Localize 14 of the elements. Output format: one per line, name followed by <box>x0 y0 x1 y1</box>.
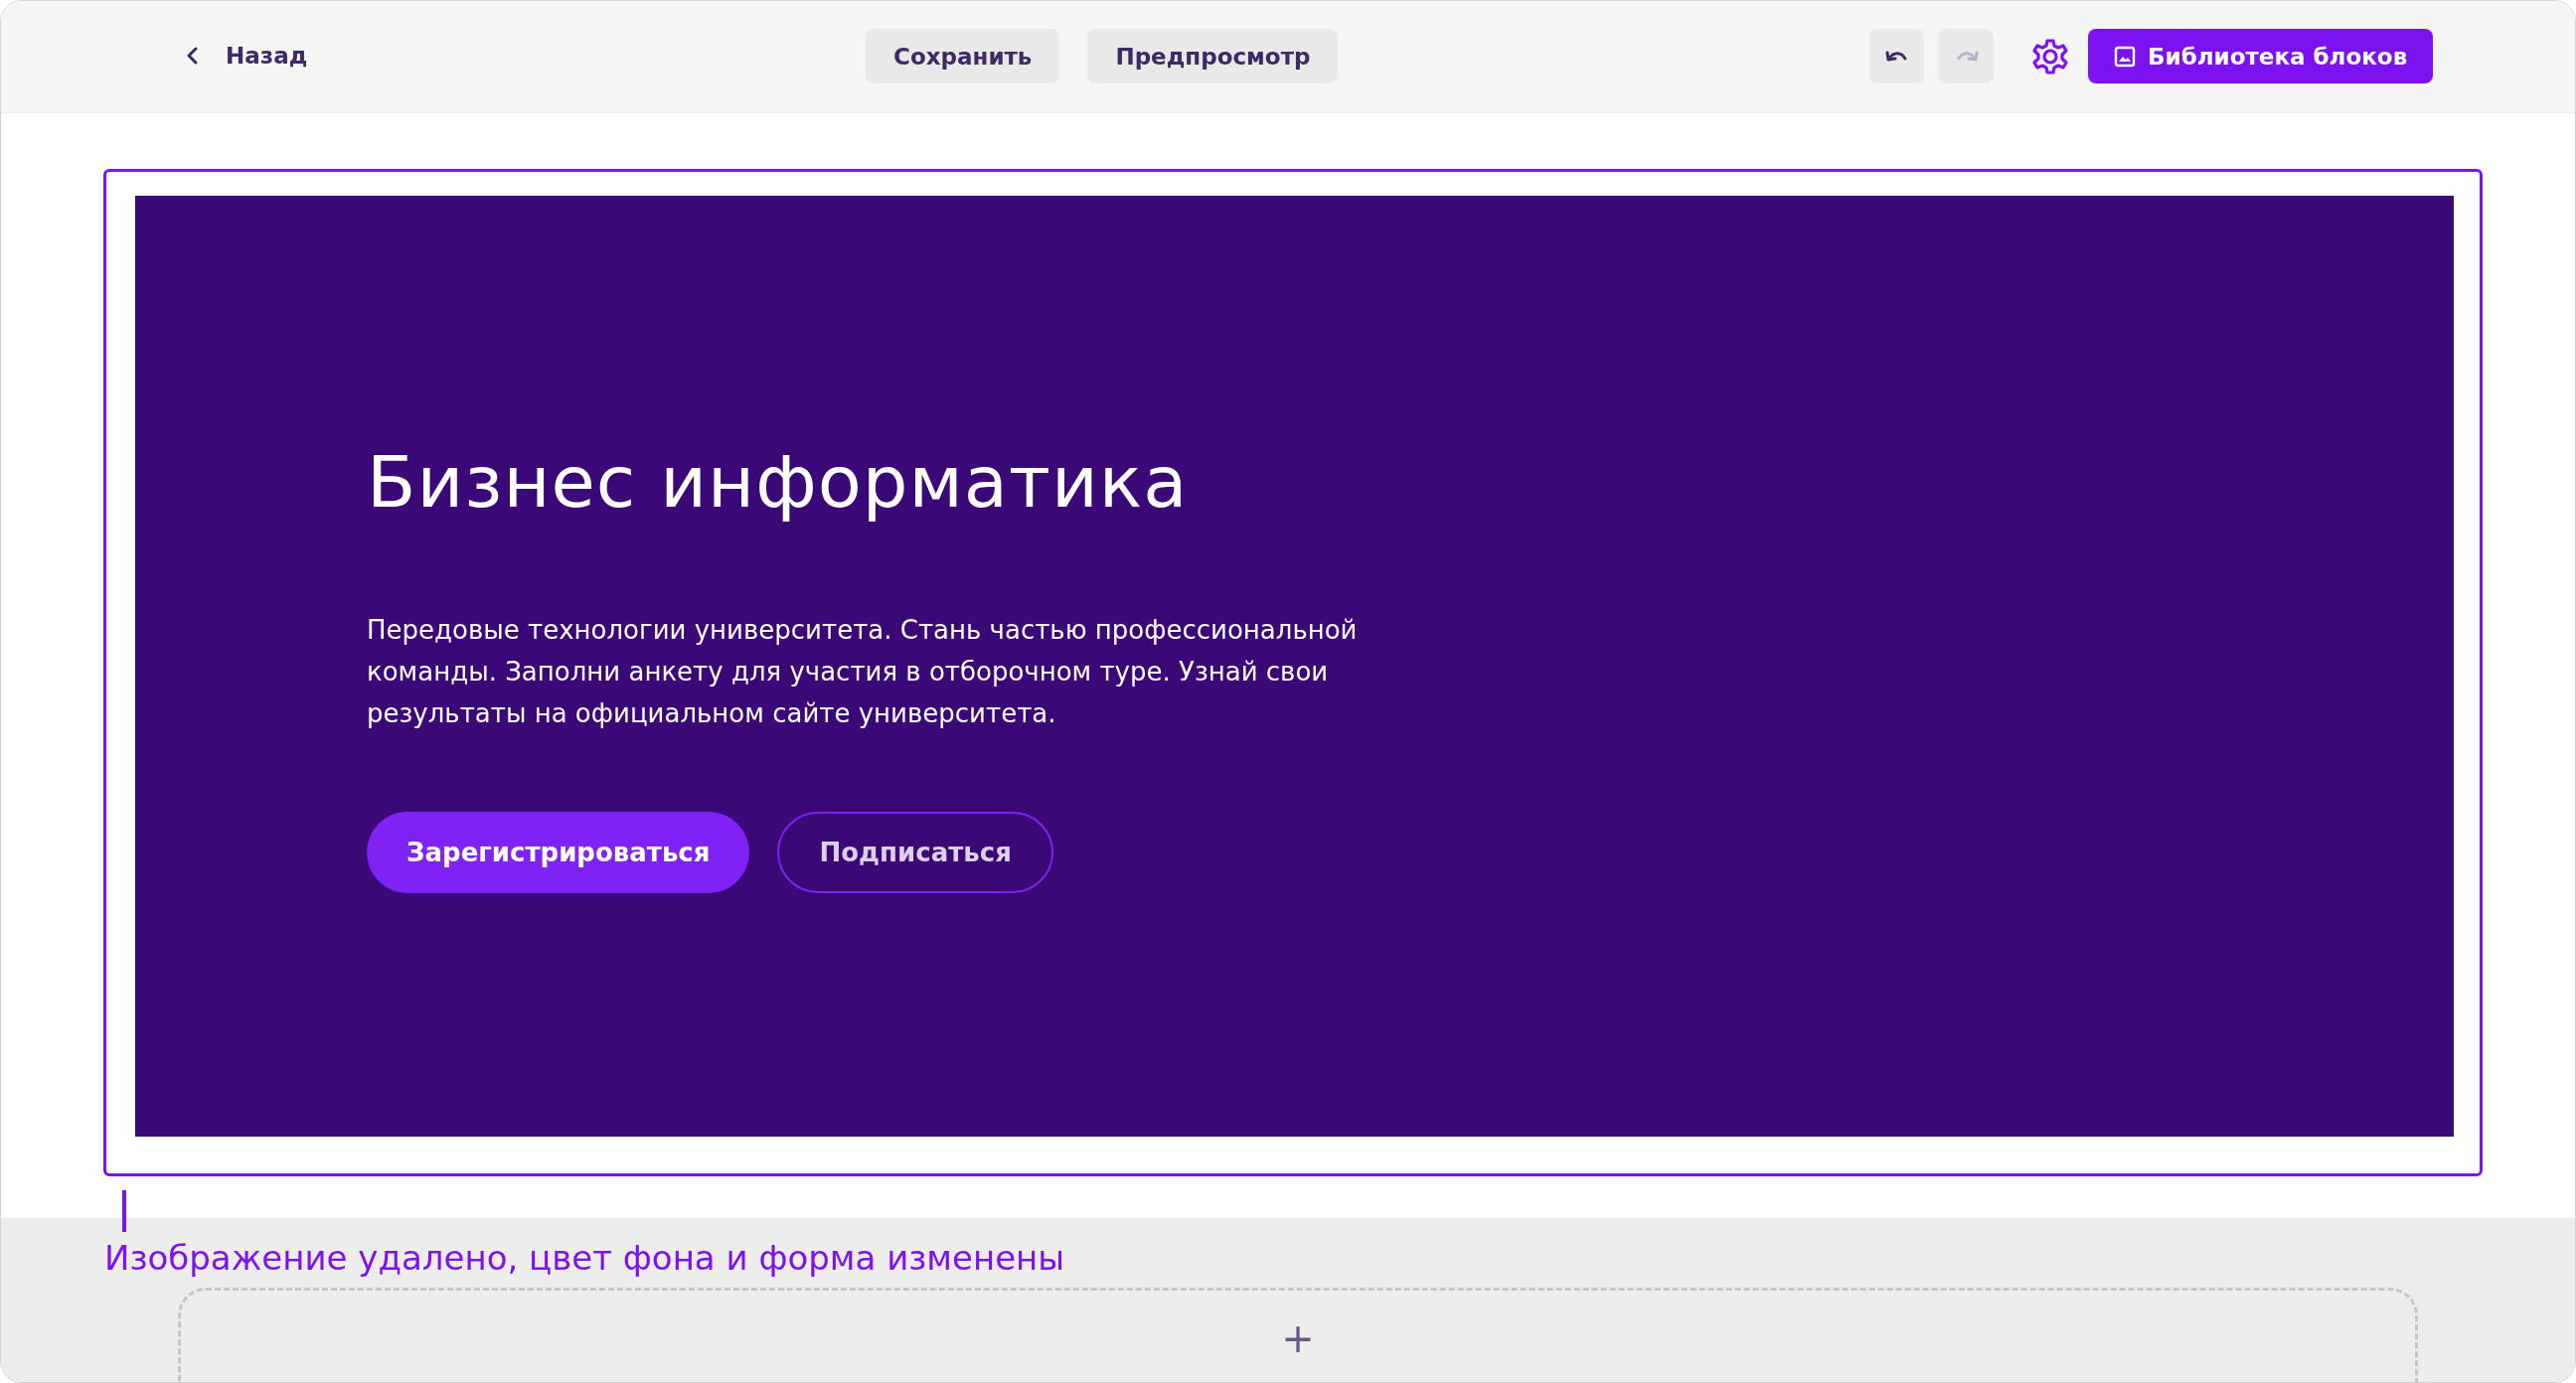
image-icon <box>2114 45 2136 68</box>
add-block-area[interactable]: + <box>178 1288 2418 1382</box>
preview-button[interactable]: Предпросмотр <box>1087 29 1339 83</box>
hero-title: Бизнес информатика <box>367 440 1190 524</box>
undo-button[interactable] <box>1869 29 1924 83</box>
register-button[interactable]: Зарегистрироваться <box>367 812 750 893</box>
save-button[interactable]: Сохранить <box>866 29 1060 83</box>
hero-description: Передовые технологии университета. Стань частью профессиональной команды. Заполни анкету для участия в отборочном туре. Узнай свои результаты на официальном сайте университета. <box>367 614 1359 730</box>
subscribe-button[interactable]: Подписаться <box>777 812 1053 893</box>
block-library-button[interactable]: Библиотека блоков <box>2088 29 2434 83</box>
add-icon[interactable]: + <box>1281 1316 1315 1360</box>
back-link[interactable]: Назад <box>182 43 308 69</box>
settings-icon[interactable] <box>2030 36 2070 77</box>
caption-text: Изображение удалено, цвет фона и форма изменены <box>104 1238 1065 1278</box>
